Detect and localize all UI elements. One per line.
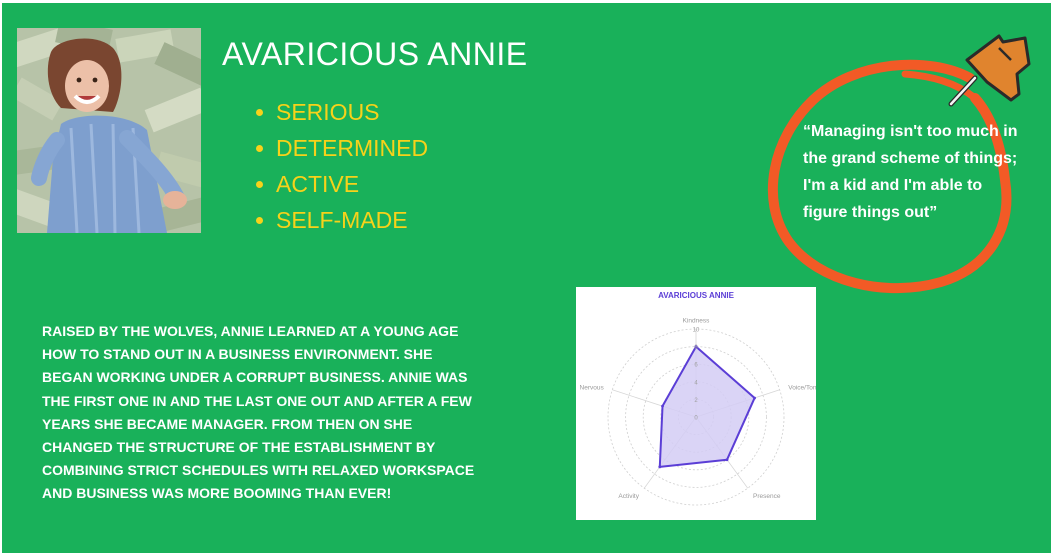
chart-title: AVARICIOUS ANNIE	[658, 291, 735, 300]
axis-label: Presence	[753, 493, 781, 500]
trait-item: ACTIVE	[256, 168, 428, 204]
data-point	[753, 396, 756, 400]
character-photo	[17, 28, 201, 233]
data-point	[658, 465, 662, 469]
data-point	[661, 404, 664, 408]
trait-item: SERIOUS	[256, 96, 428, 132]
data-point	[725, 458, 729, 462]
character-bio: RAISED BY THE WOLVES, ANNIE LEARNED AT A…	[42, 323, 475, 502]
axis-label: Voice/Tone	[788, 385, 816, 392]
radar-chart-card: AVARICIOUS ANNIE 0 2 4 6 8 10 Kindness Voice/Ton…	[576, 287, 816, 520]
axis-label: Nervous	[580, 385, 605, 392]
axis-label: Activity	[618, 493, 639, 500]
series-area	[658, 345, 756, 468]
trait-item: SELF-MADE	[256, 204, 428, 240]
trait-item: DETERMINED	[256, 132, 428, 168]
axis-label: Kindness	[683, 318, 710, 325]
radar-chart: AVARICIOUS ANNIE0246810KindnessVoice/Ton…	[580, 291, 816, 506]
tick-label: 10	[693, 328, 700, 334]
trait-list: SERIOUS DETERMINED ACTIVE SELF-MADE	[256, 96, 428, 240]
character-name: AVARICIOUS ANNIE	[222, 36, 528, 72]
character-quote: “Managing isn't too much in the grand sc…	[803, 123, 1018, 221]
